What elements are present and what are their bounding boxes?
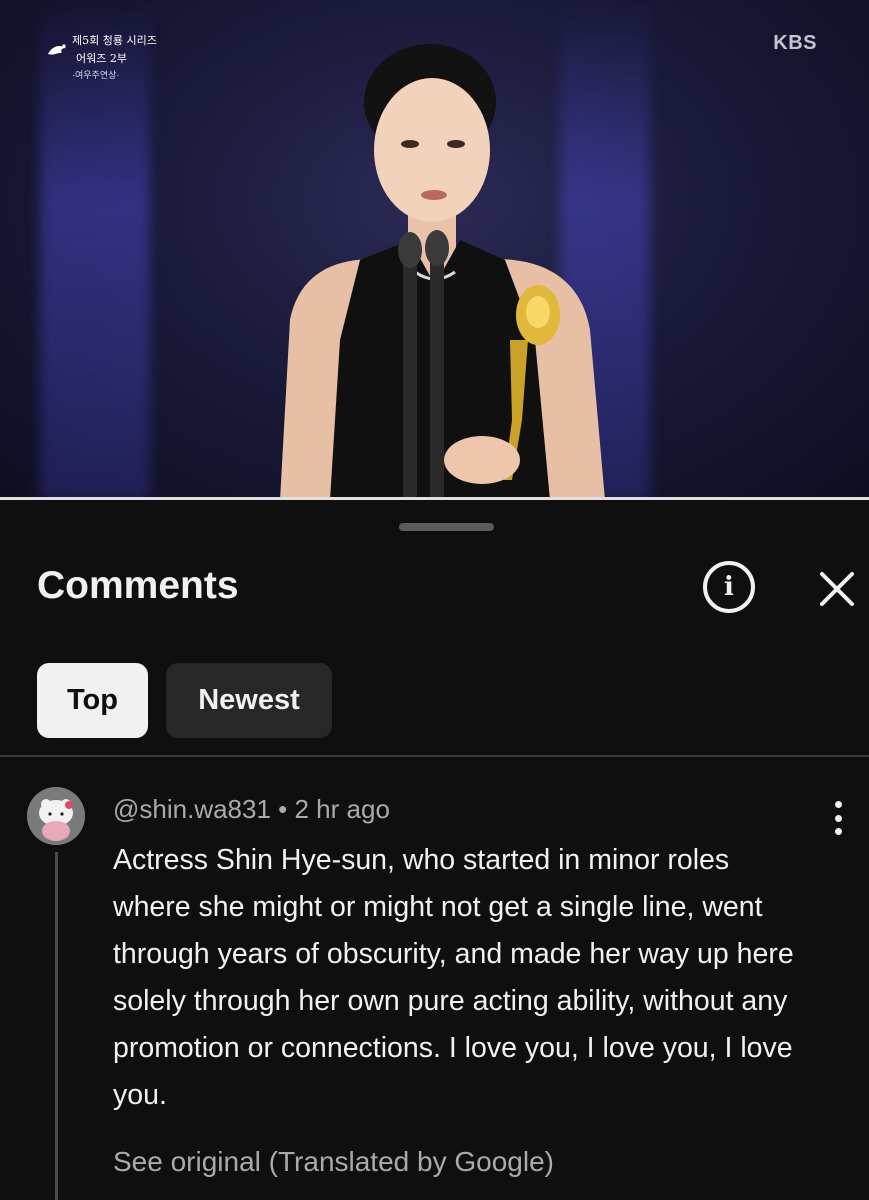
avatar-image — [27, 787, 85, 845]
comments-panel: Comments i Top Newest @shin.wa831 • 2 hr… — [0, 500, 869, 1200]
video-player[interactable]: 제5회 청룡 시리즈 어워즈 2부 ·여우주연상· KBS — [0, 0, 869, 500]
close-icon[interactable] — [816, 568, 858, 610]
logo-title-line2: 어워즈 2부 — [76, 52, 127, 65]
speaker-figure — [280, 44, 605, 500]
drag-handle[interactable] — [399, 523, 494, 531]
comment-time: 2 hr ago — [294, 794, 390, 824]
more-vertical-icon[interactable] — [826, 798, 850, 838]
logo-title-line1: 제5회 청룡 시리즈 — [72, 34, 157, 47]
avatar[interactable] — [27, 787, 85, 845]
info-glyph: i — [724, 572, 734, 602]
channel-logo: KBS — [773, 32, 817, 54]
comment-text: Actress Shin Hye-sun, who started in min… — [113, 844, 794, 1111]
see-original-link[interactable]: See original (Translated by Google) — [113, 1146, 554, 1178]
divider — [0, 755, 869, 757]
comment-meta: @shin.wa831 • 2 hr ago — [113, 794, 390, 825]
logo-subtitle: ·여우주연상· — [72, 70, 120, 80]
meta-separator: • — [270, 794, 295, 824]
comments-title: Comments — [37, 564, 239, 607]
info-icon[interactable]: i — [703, 561, 755, 613]
thread-line — [55, 852, 58, 1200]
sort-chip-newest[interactable]: Newest — [166, 663, 332, 738]
broadcast-logo: 제5회 청룡 시리즈 어워즈 2부 ·여우주연상· — [44, 28, 174, 84]
comment-author[interactable]: @shin.wa831 — [113, 794, 271, 824]
dragon-emblem-icon — [48, 44, 66, 55]
sort-chip-top[interactable]: Top — [37, 663, 148, 738]
